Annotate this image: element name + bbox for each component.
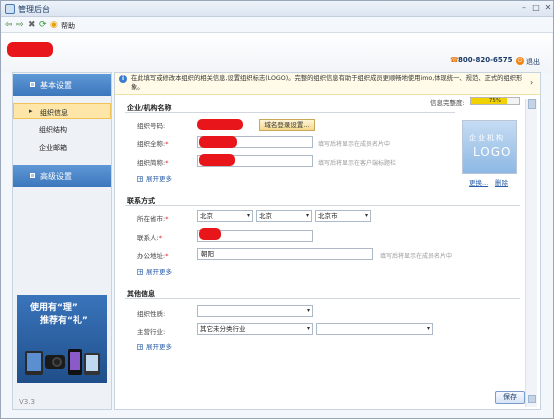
info-bar: i 在此填写或修改本组织的相关信息,设置组织标志(LOGO)。完整的组织信息有助…	[115, 73, 540, 95]
progress-text: 75%	[488, 98, 502, 104]
nature-label: 组织性质:	[137, 310, 166, 318]
divider	[125, 205, 520, 206]
exit-icon[interactable]: ⏻	[516, 57, 524, 65]
back-icon[interactable]: ⇦	[5, 20, 13, 30]
divider	[125, 298, 520, 299]
sidebar-section-advanced[interactable]: 高级设置	[13, 165, 111, 187]
district-select[interactable]: 北京市 ▾	[315, 210, 371, 222]
minimize-icon[interactable]: –	[519, 3, 529, 13]
other-expand-more[interactable]: + 展开更多	[137, 341, 172, 351]
address-hint: 填写后将显示在成员名片中	[380, 253, 453, 260]
chevron-down-icon: ▾	[426, 325, 430, 332]
promo-line-1: 使用有“理”	[30, 303, 78, 313]
info-text: 在此填写或修改本组织的相关信息,设置组织标志(LOGO)。完整的组织信息有助于组…	[131, 75, 523, 91]
sidebar-section-label: 高级设置	[40, 172, 72, 181]
industry-select[interactable]: 其它未分类行业 ▾	[197, 323, 313, 335]
plus-icon: +	[137, 269, 144, 276]
scroll-thumb[interactable]	[528, 99, 536, 109]
industry-sub-select[interactable]: ▾	[316, 323, 433, 335]
chevron-down-icon: ▾	[364, 212, 368, 219]
sidebar: 基本设置 ▸ 组织信息 组织结构 企业邮箱 高级设置 使用有“理” 推荐有“礼”…	[12, 72, 112, 410]
contact-person-redacted	[199, 228, 221, 240]
org-number-label: 组织号码:	[137, 122, 166, 130]
plus-icon: +	[137, 176, 144, 183]
info-icon: i	[119, 75, 127, 83]
save-button[interactable]: 保存	[495, 391, 525, 404]
refresh-icon[interactable]: ⟳	[39, 20, 47, 30]
address-label: 办公地址:*	[137, 252, 169, 260]
sidebar-item-org-structure[interactable]: 组织结构	[13, 121, 111, 137]
help-icon[interactable]: ◉	[50, 20, 58, 30]
sidebar-item-label: 组织结构	[39, 126, 67, 134]
contact-person-label: 联系人:*	[137, 234, 162, 242]
fullname-hint: 填写后将显示在成员名片中	[318, 141, 391, 148]
sidebar-item-mailbox[interactable]: 企业邮箱	[13, 139, 111, 155]
industry-label: 主营行业:	[137, 328, 166, 336]
logo-placeholder: 企业机构 LOGO	[462, 120, 517, 174]
shortname-redacted	[199, 154, 235, 166]
promo-banner[interactable]: 使用有“理” 推荐有“礼”	[17, 295, 107, 383]
version-label: V3.3	[19, 398, 35, 406]
completeness-label: 信息完整度:	[430, 99, 465, 107]
sidebar-section-label: 基本设置	[40, 81, 72, 90]
forward-icon[interactable]: ⇨	[16, 20, 24, 30]
province-select[interactable]: 北京 ▾	[197, 210, 253, 222]
window-title: 管理后台	[18, 5, 50, 14]
phone-icon: ☎	[450, 56, 459, 64]
chevron-down-icon: ▾	[246, 212, 250, 219]
sidebar-item-label: 企业邮箱	[39, 144, 67, 152]
section-bullet-icon	[30, 82, 35, 87]
completeness-progress: 75%	[470, 97, 520, 105]
sidebar-section-basic[interactable]: 基本设置	[13, 74, 111, 96]
selected-arrow-icon: ▸	[29, 107, 33, 115]
vertical-scrollbar[interactable]	[525, 99, 537, 407]
logo-placeholder-text-2: LOGO	[473, 145, 512, 159]
sidebar-item-org-info[interactable]: ▸ 组织信息	[13, 103, 111, 119]
promo-line-2: 推荐有“礼”	[40, 316, 88, 326]
sidebar-item-label: 组织信息	[40, 109, 68, 117]
location-label: 所在省市:*	[137, 215, 169, 223]
contact-expand-more[interactable]: + 展开更多	[137, 266, 172, 276]
org-number-redacted	[197, 119, 243, 130]
brand-logo-redacted	[7, 42, 53, 57]
devices-image	[25, 349, 100, 375]
nature-select[interactable]: ▾	[197, 305, 313, 317]
title-bar: 管理后台 – □ ✕	[1, 1, 553, 17]
hotline-number: 800-820-6575	[458, 56, 513, 64]
org-expand-more[interactable]: + 展开更多	[137, 173, 172, 183]
maximize-icon[interactable]: □	[531, 3, 541, 13]
city-select[interactable]: 北京 ▾	[256, 210, 312, 222]
chevron-down-icon: ▾	[306, 325, 310, 332]
section-bullet-icon	[30, 173, 35, 178]
fullname-redacted	[199, 136, 237, 148]
logo-change-link[interactable]: 更换...	[469, 177, 488, 187]
chevron-down-icon: ▾	[306, 307, 310, 314]
logo-delete-link[interactable]: 删除	[495, 177, 508, 187]
exit-link[interactable]: 退出	[526, 57, 540, 67]
header-band	[1, 33, 552, 73]
help-link[interactable]: 帮助	[61, 21, 75, 31]
stop-icon[interactable]: ✖	[28, 20, 36, 30]
main-panel: i 在此填写或修改本组织的相关信息,设置组织标志(LOGO)。完整的组织信息有助…	[114, 72, 541, 410]
scroll-down-button[interactable]	[528, 395, 536, 403]
logo-placeholder-text-1: 企业机构	[469, 134, 505, 142]
divider	[125, 112, 455, 113]
app-icon	[5, 4, 15, 14]
shortname-label: 组织简称:*	[137, 159, 169, 167]
plus-icon: +	[137, 344, 144, 351]
domain-login-button[interactable]: 域名登录设置...	[259, 119, 315, 131]
address-input[interactable]: 朝阳	[197, 248, 373, 260]
shortname-hint: 填写后将显示在客户端标题栏	[318, 160, 397, 167]
fullname-label: 组织全称:*	[137, 140, 169, 148]
chevron-right-icon[interactable]: ›	[530, 78, 533, 87]
chevron-down-icon: ▾	[305, 212, 309, 219]
close-icon[interactable]: ✕	[543, 3, 553, 13]
toolbar: ⇦ ⇨ ✖ ⟳ ◉ 帮助	[1, 18, 553, 33]
